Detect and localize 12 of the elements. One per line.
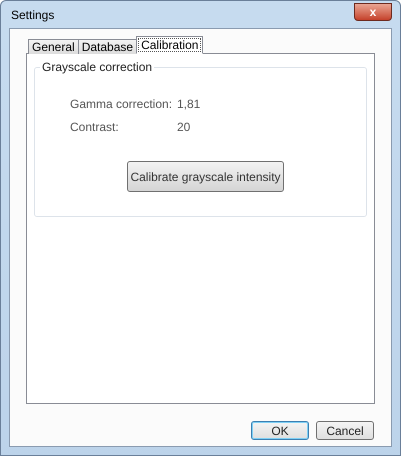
dialog-button[interactable]: Cancel	[316, 421, 374, 440]
group-title: Grayscale correction	[40, 60, 154, 74]
tab[interactable]: Database	[78, 39, 138, 54]
field-label: Contrast:	[70, 120, 120, 134]
field-value: 20	[177, 120, 190, 134]
dialog-button[interactable]: OK	[251, 421, 309, 440]
window-title: Settings	[10, 6, 54, 24]
field-value: 1,81	[177, 97, 200, 111]
tab[interactable]: Calibration	[136, 36, 204, 54]
calibrate-button[interactable]: Calibrate grayscale intensity	[127, 161, 284, 192]
field-label: Gamma correction:	[70, 97, 174, 111]
tab[interactable]: General	[28, 39, 79, 54]
